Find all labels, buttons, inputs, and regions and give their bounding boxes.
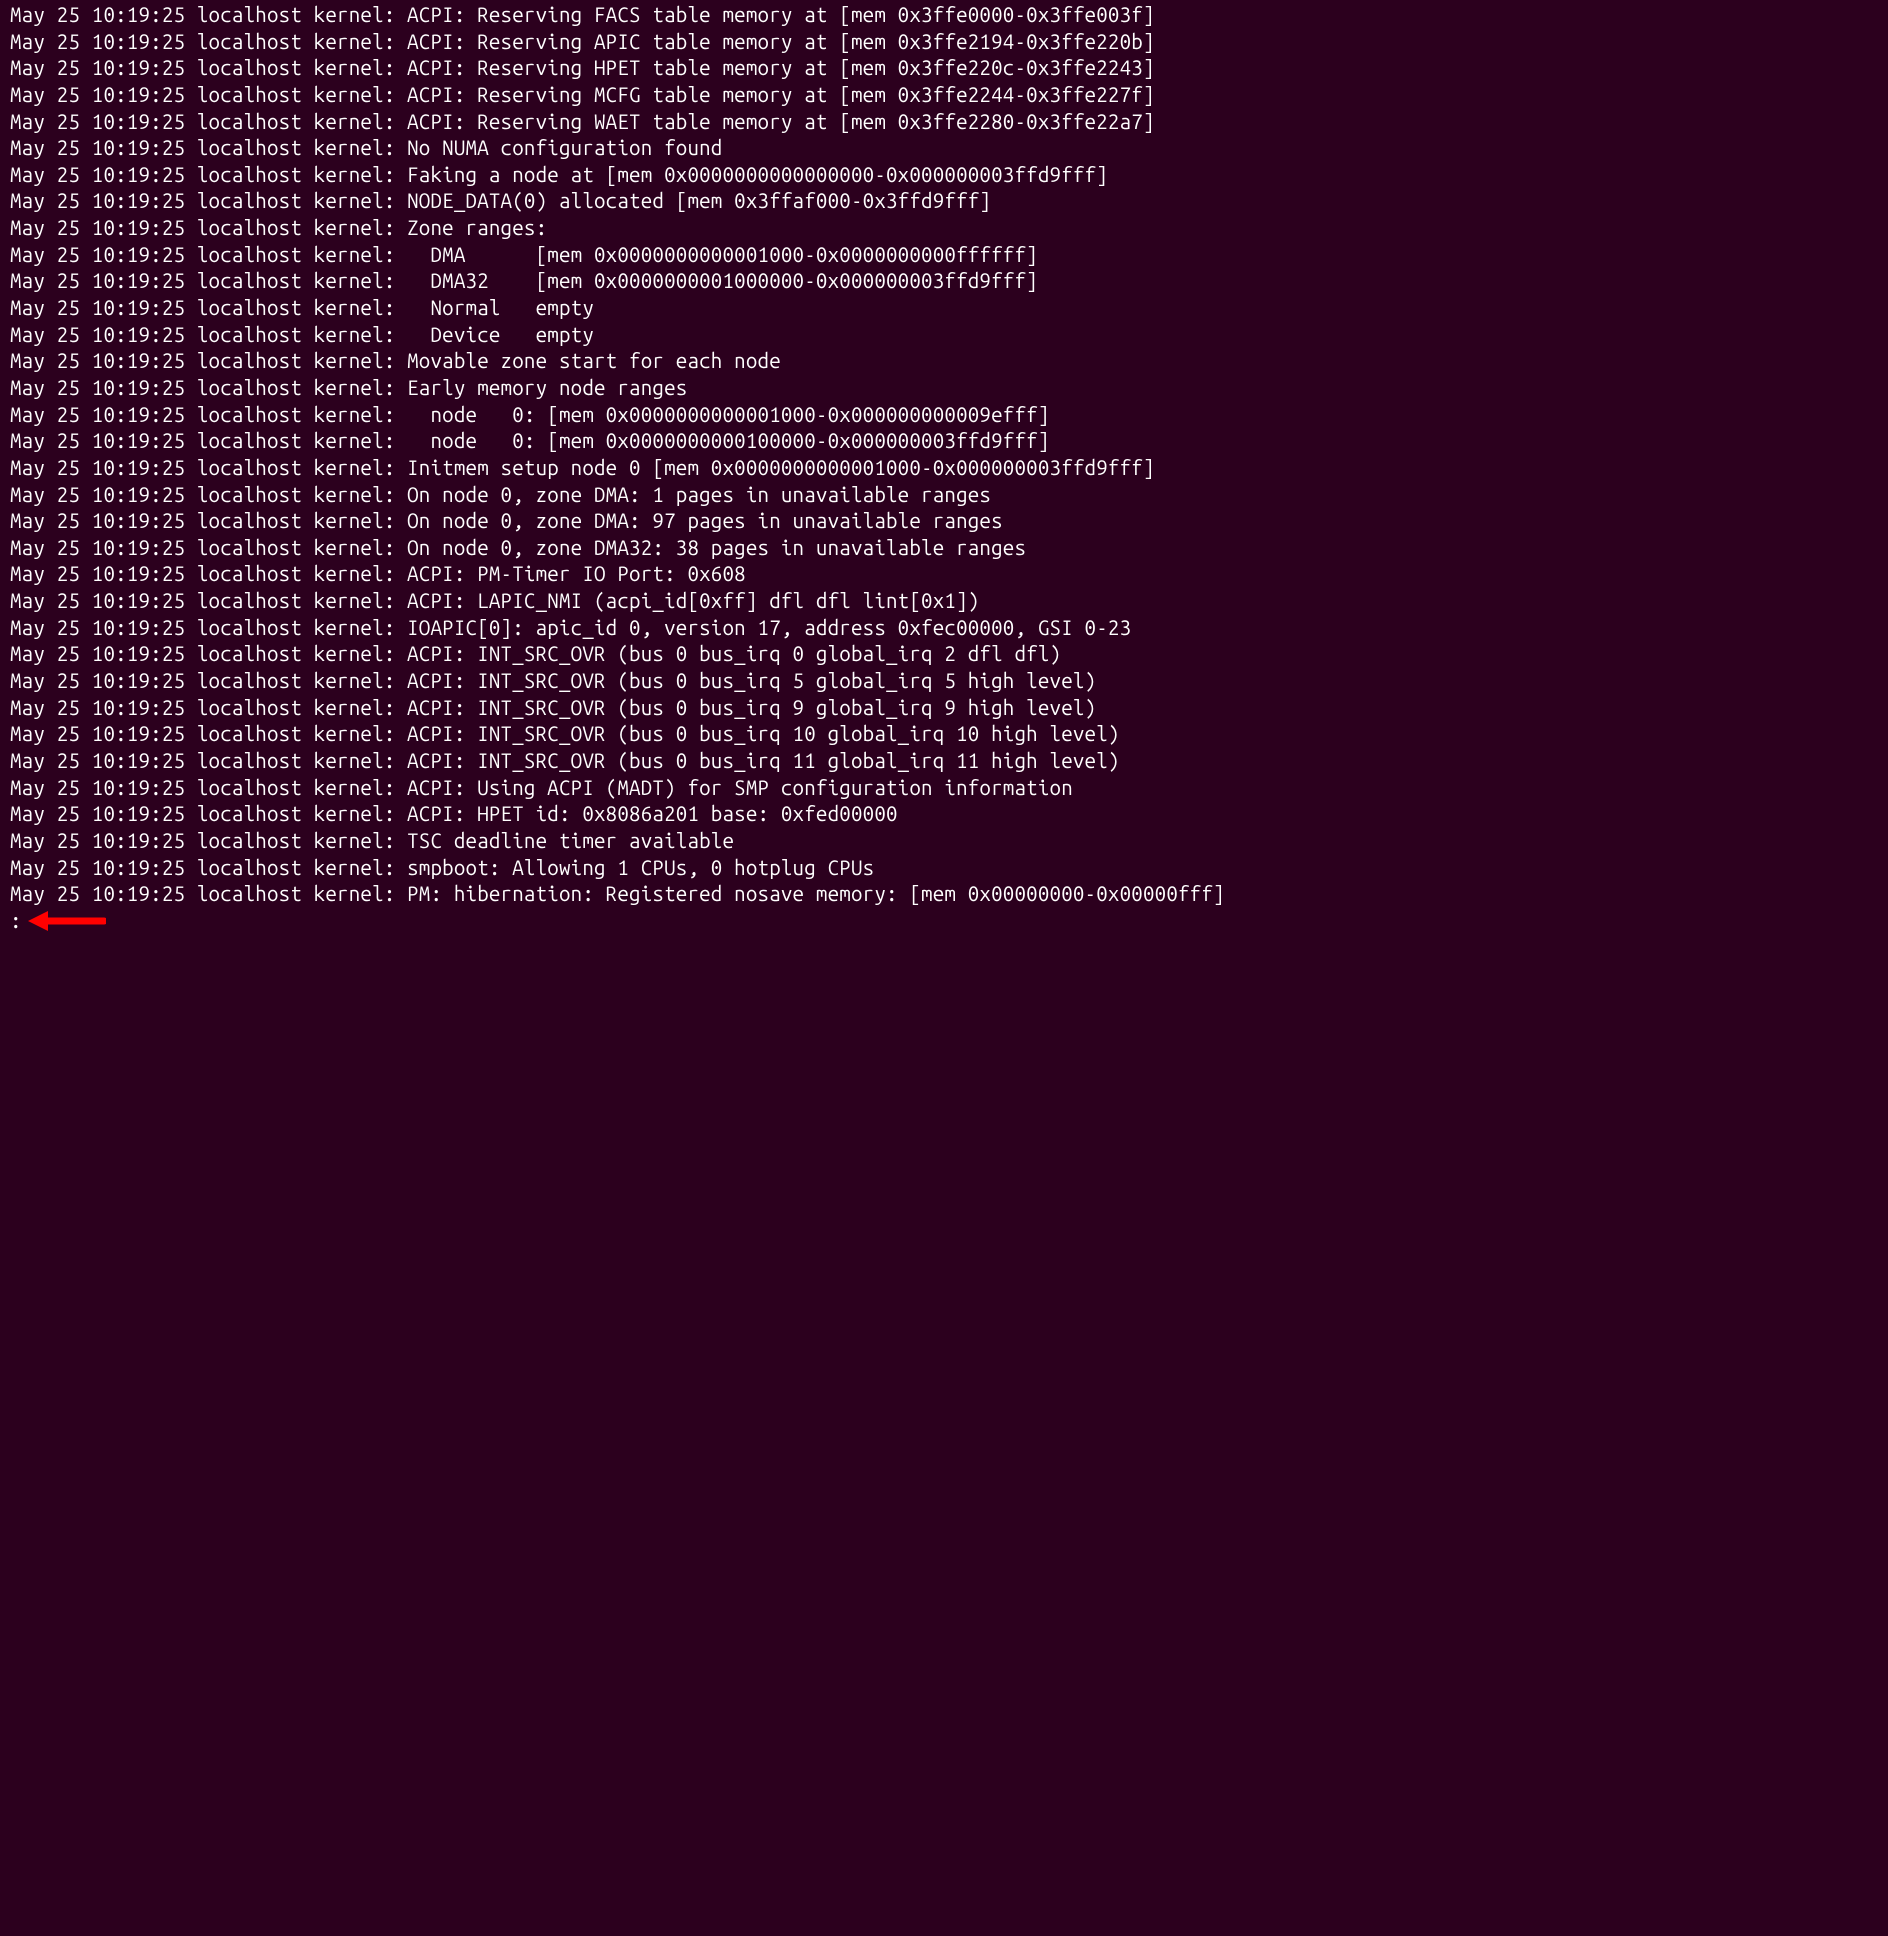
kernel-log-output: May 25 10:19:25 localhost kernel: ACPI: … bbox=[10, 2, 1878, 908]
pager-prompt[interactable]: : bbox=[10, 908, 26, 935]
terminal-viewport[interactable]: May 25 10:19:25 localhost kernel: ACPI: … bbox=[0, 0, 1888, 1936]
pager-prompt-row[interactable]: : bbox=[10, 908, 1878, 935]
annotation-arrow-icon bbox=[28, 909, 106, 933]
